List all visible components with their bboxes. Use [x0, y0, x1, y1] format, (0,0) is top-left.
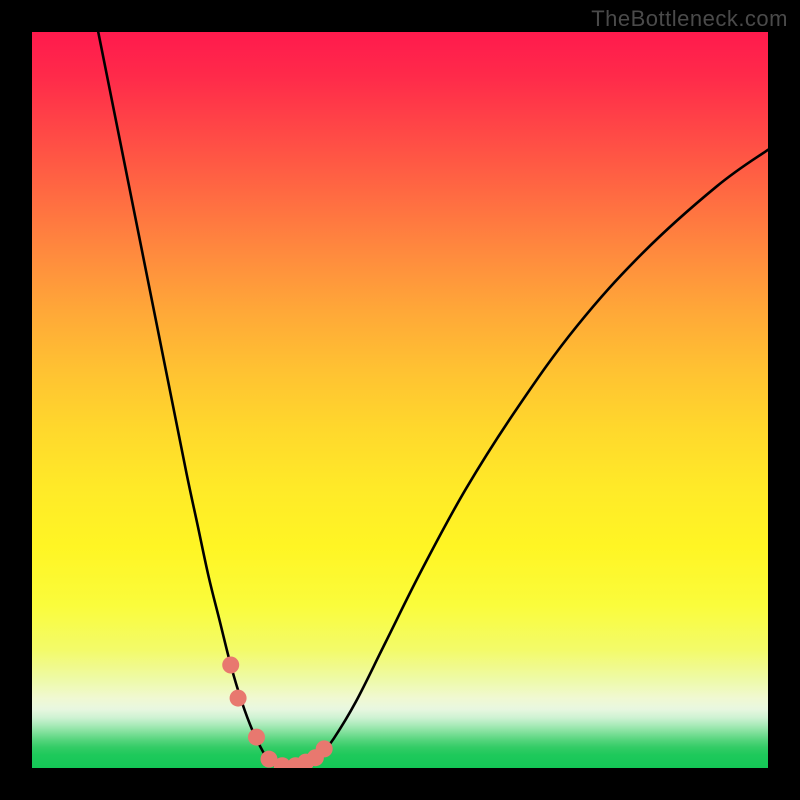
attribution-text: TheBottleneck.com: [591, 6, 788, 32]
plot-area: [32, 32, 768, 768]
curve-layer: [32, 32, 768, 768]
marker-dot: [222, 656, 239, 673]
marker-dots: [222, 656, 332, 768]
marker-dot: [316, 740, 333, 757]
marker-dot: [248, 729, 265, 746]
chart-frame: TheBottleneck.com: [0, 0, 800, 800]
marker-dot: [230, 690, 247, 707]
bottleneck-curve: [98, 32, 768, 768]
